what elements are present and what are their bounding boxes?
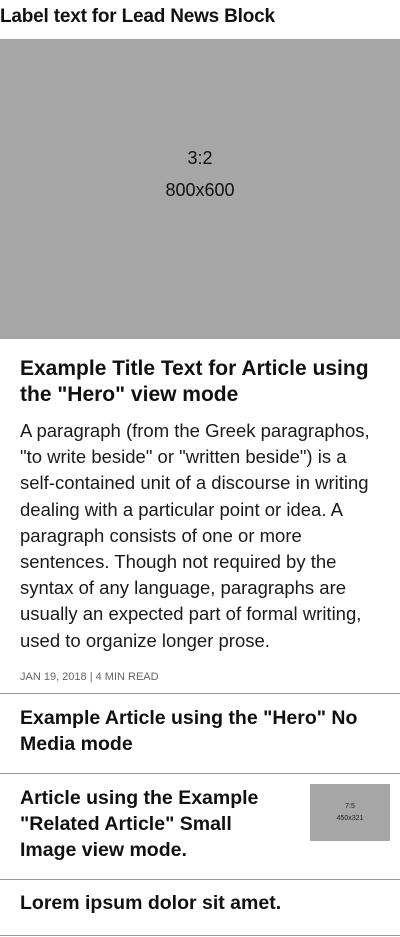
divider (0, 879, 400, 880)
thumbnail-size-label: 450x321 (336, 815, 364, 822)
image-size-label: 800x600 (165, 180, 235, 200)
thumbnail-ratio-label: 7:5 (345, 803, 355, 810)
hero-article-body: A paragraph (from the Greek paragraphos,… (20, 420, 370, 651)
block-label: Label text for Lead News Block (0, 6, 275, 27)
hero-article-title[interactable]: Example Title Text for Article using the… (20, 356, 380, 408)
hero-image-placeholder[interactable]: 3:2 800x600 (0, 39, 400, 339)
hero-article-meta: JAN 19, 2018 | 4 MIN READ (20, 671, 159, 683)
image-ratio-label: 3:2 (187, 148, 213, 168)
divider (0, 773, 400, 774)
article-thumbnail-placeholder[interactable]: 7:5 450x321 (310, 784, 390, 841)
article-title[interactable]: Example Article using the "Hero" No Medi… (20, 705, 380, 757)
divider (0, 693, 400, 694)
divider (0, 935, 400, 936)
article-title[interactable]: Article using the Example "Related Artic… (20, 785, 270, 863)
article-title[interactable]: Lorem ipsum dolor sit amet. (20, 890, 380, 916)
